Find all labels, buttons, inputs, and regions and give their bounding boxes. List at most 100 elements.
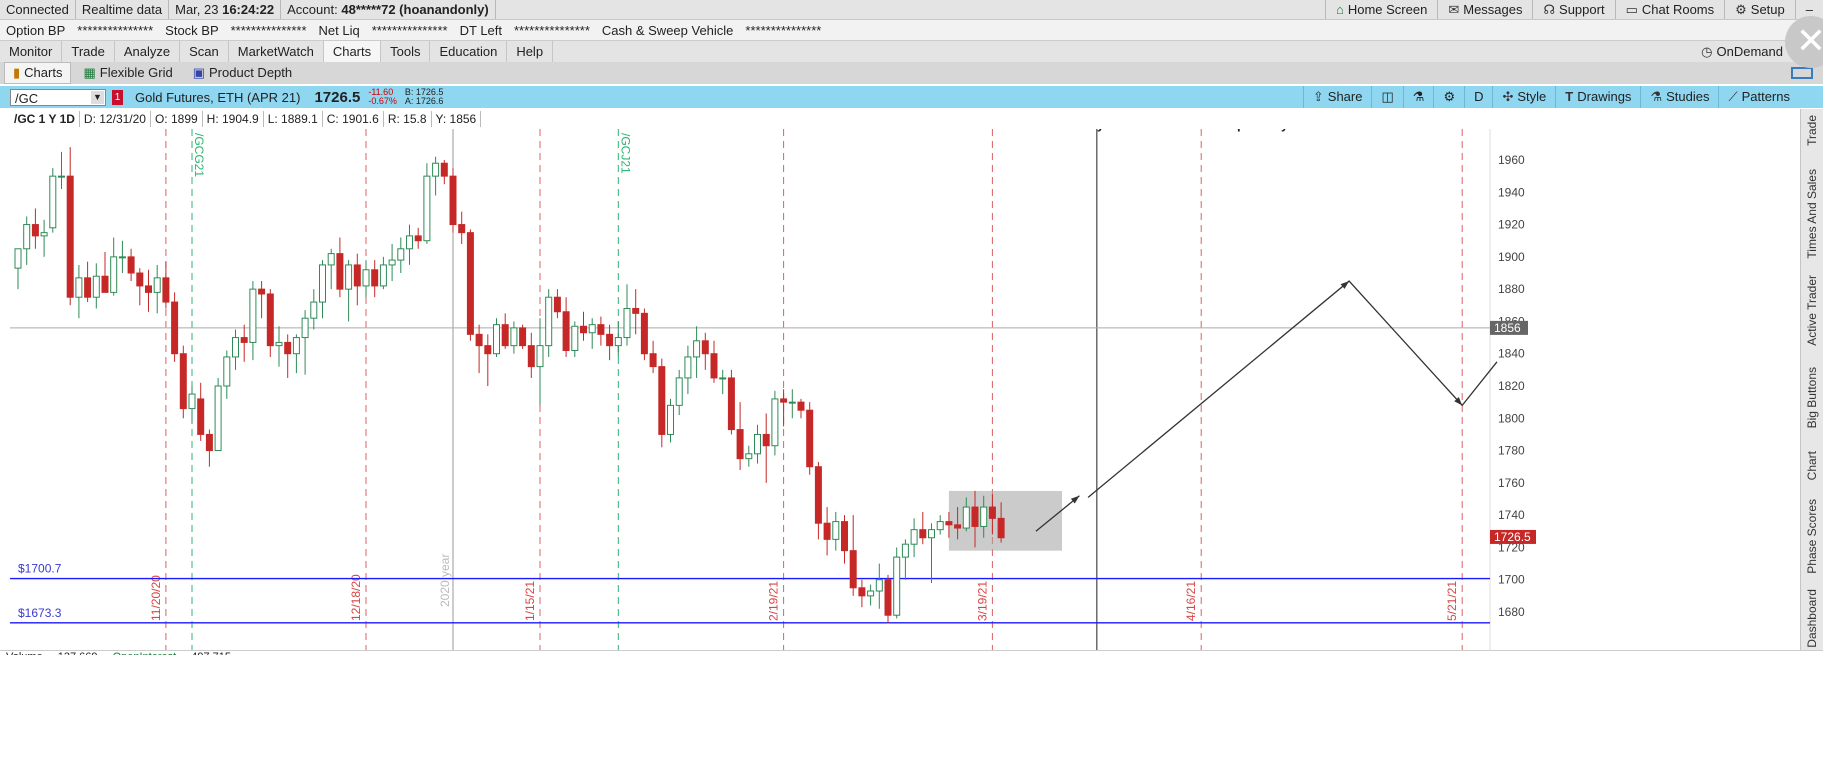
link-badge[interactable]: 1	[112, 89, 123, 105]
sidebar-tab-phase-scores[interactable]: Phase Scores	[1805, 499, 1819, 574]
candle-body	[49, 175, 57, 229]
share-button[interactable]: ⇪ Share	[1302, 86, 1372, 108]
crosshair-price-label: 1856	[1494, 321, 1521, 335]
chart-timeframe[interactable]: /GC 1 Y 1D	[10, 111, 80, 127]
candle-body	[545, 296, 553, 347]
last-price: 1726.5	[314, 88, 361, 106]
candle-body	[788, 401, 796, 404]
option-bp-label: Option BP	[6, 22, 66, 38]
candle-body	[240, 337, 248, 343]
price-tick-label: 1840	[1498, 347, 1525, 361]
tab-monitor[interactable]: Monitor	[0, 41, 63, 62]
headset-icon: ☊	[1543, 2, 1556, 17]
aggregation-button[interactable]: D	[1464, 86, 1492, 108]
candle-body	[571, 325, 579, 351]
candle-body	[919, 529, 927, 539]
cash-sweep-value: ***************	[745, 22, 822, 38]
candle-body	[118, 256, 126, 259]
price-change-pct: -0.67%	[368, 96, 397, 106]
candle-body	[414, 235, 422, 242]
subtab-product-depth[interactable]: ▣ Product Depth	[185, 63, 300, 83]
candle-body	[14, 248, 22, 269]
candle-body	[736, 429, 744, 460]
candle-body	[371, 269, 379, 287]
symbol-input[interactable]: /GC ▼	[10, 88, 106, 106]
chat-rooms-button[interactable]: ▭ Chat Rooms	[1614, 0, 1725, 19]
last-price-label: 1726.5	[1494, 530, 1531, 544]
candle-body	[754, 433, 761, 455]
layout-icon[interactable]	[1791, 67, 1813, 79]
candle-body	[527, 345, 535, 368]
sidebar-tab-trade[interactable]: Trade	[1805, 115, 1819, 146]
period-line-label: 12/18/20	[349, 574, 363, 621]
subtab-charts-label: Charts	[24, 65, 63, 80]
price-tick-label: 1780	[1498, 444, 1525, 458]
sidebar-tab-big-buttons[interactable]: Big Buttons	[1805, 367, 1819, 428]
period-line-label: 4/16/21	[1184, 581, 1198, 621]
flask-icon: ⚗	[1650, 89, 1663, 104]
candle-body	[353, 264, 361, 287]
tab-trade[interactable]: Trade	[62, 41, 115, 62]
support-label: Support	[1559, 2, 1605, 17]
sidebar-tab-dashboard[interactable]: Dashboard	[1805, 589, 1819, 648]
candle-body	[449, 175, 457, 226]
period-line-label: 5/21/21	[1445, 581, 1459, 621]
tab-tools[interactable]: Tools	[381, 41, 431, 62]
support-button[interactable]: ☊ Support	[1532, 0, 1614, 19]
dt-left-label: DT Left	[459, 22, 502, 38]
candle-body	[171, 301, 179, 355]
candle-body	[284, 341, 292, 355]
tab-education[interactable]: Education	[430, 41, 508, 62]
sidebar-tab-active-trader[interactable]: Active Trader	[1805, 275, 1819, 346]
subtab-charts[interactable]: ▮ Charts	[4, 62, 72, 84]
tab-charts[interactable]: Charts	[323, 41, 382, 62]
price-tick-label: 1940	[1498, 185, 1525, 199]
subtab-flexible-grid[interactable]: ▦ Flexible Grid	[75, 63, 180, 83]
bottom-blank	[0, 655, 1823, 761]
price-chart[interactable]: 2020 year 11/20/20 12/18/20 1/15/21 2/19/21 3…	[0, 129, 1801, 655]
info-close: C: 1901.6	[323, 111, 384, 127]
studies-label: Studies	[1666, 89, 1710, 104]
candle-body	[606, 333, 614, 347]
candle-body	[475, 333, 483, 347]
candle-body	[823, 522, 831, 540]
price-tick-label: 1800	[1498, 411, 1525, 425]
studies-button[interactable]: ⚗ Studies	[1640, 86, 1718, 108]
candle-body	[553, 296, 561, 313]
style-button[interactable]: ✣ Style	[1492, 86, 1555, 108]
tab-analyze[interactable]: Analyze	[115, 41, 181, 62]
home-screen-button[interactable]: ⌂ Home Screen	[1324, 0, 1437, 19]
candle-body	[388, 259, 396, 266]
candle-body	[928, 529, 935, 539]
candle-body	[797, 401, 805, 411]
candle-body	[92, 275, 100, 298]
candle-body	[319, 264, 326, 303]
snapshot-button[interactable]: ◫	[1371, 86, 1402, 108]
candle-body	[432, 162, 440, 177]
candle-body	[275, 341, 283, 347]
subtab-product-depth-label: Product Depth	[209, 65, 293, 80]
setup-button[interactable]: ⚙ Setup	[1724, 0, 1795, 19]
messages-button[interactable]: ✉ Messages	[1437, 0, 1532, 19]
candle-body	[701, 340, 709, 355]
style-icon: ✣	[1502, 89, 1514, 104]
tab-help[interactable]: Help	[507, 41, 554, 62]
study-lab-button[interactable]: ⚗	[1402, 86, 1434, 108]
candle-body	[58, 175, 65, 178]
sidebar-tab-times-and-sales[interactable]: Times And Sales	[1805, 169, 1819, 259]
candle-body	[327, 253, 335, 266]
drawings-button[interactable]: T Drawings	[1555, 86, 1640, 108]
chart-settings-button[interactable]: ⚙	[1433, 86, 1464, 108]
chevron-down-icon[interactable]: ▼	[91, 90, 104, 104]
stock-bp-label: Stock BP	[165, 22, 219, 38]
patterns-button[interactable]: ⟋ Patterns	[1718, 86, 1799, 108]
ask-value: A: 1726.6	[404, 96, 444, 106]
tab-marketwatch[interactable]: MarketWatch	[229, 41, 324, 62]
info-open: O: 1899	[151, 111, 203, 127]
chat-bubble-icon: ▭	[1625, 2, 1638, 17]
symbol-description: Gold Futures, ETH (APR 21)	[135, 89, 301, 105]
clock-date: Mar, 23	[175, 2, 219, 17]
tab-scan[interactable]: Scan	[180, 41, 229, 62]
account-selector[interactable]: Account: 48*****72 (hoanandonly)	[281, 0, 496, 19]
sidebar-tab-chart[interactable]: Chart	[1805, 451, 1819, 480]
